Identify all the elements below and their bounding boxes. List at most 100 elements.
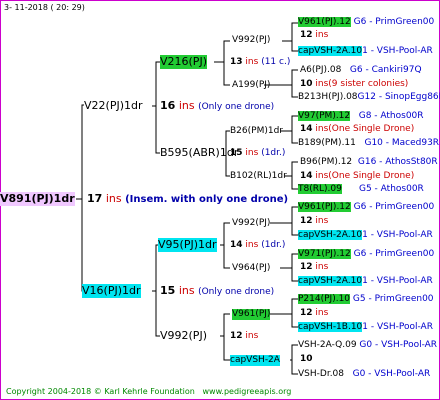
gen4-b-mother-loc: G12 - SinopEgg86R bbox=[357, 92, 440, 102]
gen2-b-ins-note: (1dr.) bbox=[261, 148, 286, 158]
gen1-mother-ins-label: ins bbox=[178, 284, 195, 297]
gen3-e-name: V992(PJ) bbox=[232, 218, 271, 228]
gen2-d-ins-label: ins bbox=[245, 331, 259, 341]
gen1-father-ins: 16 ins (Only one drone) bbox=[160, 99, 274, 114]
root-inbreeding: 17 ins (Insem. with only one drone) bbox=[87, 192, 288, 207]
gen4-a-mother-name: capVSH-2A.10 bbox=[298, 46, 363, 56]
gen1-mother-name: V16(PJ)1dr bbox=[82, 284, 141, 298]
gen4-g-father: P214(PJ).10 G5 - PrimGreen00 bbox=[298, 294, 434, 305]
gen4-d-ins-label: ins(One Single Drone) bbox=[315, 171, 415, 181]
gen4-g-father-loc: G5 - PrimGreen00 bbox=[352, 294, 434, 304]
gen4-e-ins-value: 12 bbox=[300, 216, 313, 226]
gen4-f-father-name: V971(PJ).12 bbox=[298, 249, 351, 259]
root-ins-label: ins bbox=[105, 192, 122, 205]
gen2-c-ins-value: 14 bbox=[230, 240, 243, 250]
gen2-c-ins-note: (1dr.) bbox=[261, 240, 286, 250]
gen4-e-father-name: V961(PJ).12 bbox=[298, 202, 351, 212]
gen4-c-ins-label: ins(One Single Drone) bbox=[315, 124, 415, 134]
gen4-a-mother-loc: 1 - VSH-Pool-AR bbox=[362, 46, 433, 56]
gen2-a-ins-note: (11 c.) bbox=[261, 57, 291, 67]
gen3-h-name: capVSH-2A bbox=[230, 355, 280, 366]
gen4-b-father-name: A6(PJ).08 bbox=[300, 65, 342, 75]
gen4-g-father-name: P214(PJ).10 bbox=[298, 294, 351, 304]
gen4-d-mother: T8(RL).09 G5 - Athos00R bbox=[298, 184, 424, 195]
gen4-h-father-loc: G0 - VSH-Pool-AR bbox=[359, 340, 438, 350]
gen2-b-ins-value: 15 bbox=[230, 148, 243, 158]
gen2-b-ins: 15 ins (1dr.) bbox=[230, 148, 285, 159]
gen4-f-ins-value: 12 bbox=[300, 262, 313, 272]
gen4-a-ins-value: 12 bbox=[300, 30, 313, 40]
gen4-d-mother-loc: G5 - Athos00R bbox=[359, 184, 424, 194]
gen3-f-name: V964(PJ) bbox=[232, 263, 271, 273]
gen4-d-ins: 14 ins(One Single Drone) bbox=[300, 171, 414, 182]
gen1-mother-ins: 15 ins (Only one drone) bbox=[160, 284, 274, 299]
gen2-b-name: B595(ABR)1dr bbox=[160, 146, 239, 159]
gen4-f-ins: 12 ins bbox=[300, 262, 328, 273]
gen3-b-name: A199(PJ) bbox=[232, 80, 271, 90]
gen1-father-name: V22(PJ)1dr bbox=[84, 99, 143, 112]
gen4-h-mother-name: VSH-Dr.08 bbox=[298, 369, 345, 379]
gen4-e-mother: capVSH-2A.101 - VSH-Pool-AR bbox=[298, 230, 433, 241]
gen4-c-father-loc: G8 - Athos00R bbox=[358, 111, 424, 121]
gen4-h-father-name: VSH-2A-Q.09 bbox=[298, 340, 357, 350]
gen4-f-mother-name: capVSH-2A.10 bbox=[298, 276, 363, 286]
gen4-d-father: B96(PM).12 G16 - AthosSt80R bbox=[300, 157, 438, 168]
gen2-a-name: V216(PJ) bbox=[160, 55, 207, 69]
gen1-father-ins-note: (Only one drone) bbox=[198, 102, 275, 112]
gen4-g-ins-label: ins bbox=[315, 308, 329, 318]
gen4-c-mother-loc: G10 - Maced93R bbox=[364, 138, 440, 148]
timestamp-header: 3- 11-2018 ( 20: 29) bbox=[4, 3, 85, 12]
gen4-d-mother-name: T8(RL).09 bbox=[298, 184, 342, 194]
gen4-a-ins-label: ins bbox=[315, 30, 329, 40]
gen1-mother-ins-value: 15 bbox=[160, 284, 176, 297]
footer-website-link[interactable]: www.pedigreeapis.org bbox=[203, 387, 292, 396]
gen3-d-name: B102(RL)1dr bbox=[230, 171, 287, 181]
gen4-g-mother: capVSH-1B.101 - VSH-Pool-AR bbox=[298, 322, 433, 333]
gen4-f-father: V971(PJ).12 G6 - PrimGreen00 bbox=[298, 249, 434, 260]
gen4-h-ins-value: 10 bbox=[300, 354, 313, 364]
gen4-e-mother-name: capVSH-2A.10 bbox=[298, 230, 363, 240]
root-ins-note: (Insem. with only one drone) bbox=[125, 194, 289, 205]
gen4-e-ins-label: ins bbox=[315, 216, 329, 226]
gen3-a-name: V992(PJ) bbox=[232, 35, 271, 45]
gen2-d-ins-value: 12 bbox=[230, 331, 243, 341]
gen4-e-father-loc: G6 - PrimGreen00 bbox=[353, 202, 435, 212]
root-queen: V891(PJ)1dr bbox=[0, 192, 75, 206]
gen2-a-ins: 13 ins (11 c.) bbox=[230, 57, 290, 68]
gen4-f-ins-label: ins bbox=[315, 262, 329, 272]
gen4-c-mother-name: B189(PM).11 bbox=[298, 138, 356, 148]
gen4-b-ins-label: ins(9 sister colonies) bbox=[315, 79, 409, 89]
gen4-c-ins: 14 ins(One Single Drone) bbox=[300, 124, 414, 135]
gen4-b-father-loc: G6 - Cankiri97Q bbox=[349, 65, 422, 75]
gen4-b-father: A6(PJ).08 G6 - Cankiri97Q bbox=[300, 65, 422, 76]
gen1-mother-ins-note: (Only one drone) bbox=[198, 287, 275, 297]
gen3-c-name: B26(PM)1dr bbox=[230, 126, 283, 136]
gen1-father-ins-value: 16 bbox=[160, 99, 176, 112]
gen4-h-ins: 10 bbox=[300, 354, 313, 365]
gen4-b-ins: 10 ins(9 sister colonies) bbox=[300, 79, 408, 90]
gen4-e-ins: 12 ins bbox=[300, 216, 328, 227]
gen2-d-ins: 12 ins bbox=[230, 331, 258, 342]
gen4-d-ins-value: 14 bbox=[300, 171, 313, 181]
footer-copyright-text: Copyright 2004-2018 © Karl Kehrle Founda… bbox=[6, 387, 195, 396]
gen3-g-name: V961(PJ) bbox=[232, 309, 271, 320]
gen4-a-father-loc: G6 - PrimGreen00 bbox=[353, 17, 435, 27]
gen2-c-name: V95(PJ)1dr bbox=[158, 238, 217, 252]
gen4-c-father-name: V97(PM).12 bbox=[298, 111, 351, 121]
gen4-c-mother: B189(PM).11 G10 - Maced93R bbox=[298, 138, 439, 149]
footer-copyright: Copyright 2004-2018 © Karl Kehrle Founda… bbox=[6, 386, 291, 397]
gen2-a-ins-value: 13 bbox=[230, 57, 243, 67]
gen4-a-father: V961(PJ).12 G6 - PrimGreen00 bbox=[298, 17, 434, 28]
gen4-b-ins-value: 10 bbox=[300, 79, 313, 89]
gen2-a-ins-label: ins bbox=[245, 57, 259, 67]
gen4-a-mother: capVSH-2A.101 - VSH-Pool-AR bbox=[298, 46, 433, 57]
gen4-h-father: VSH-2A-Q.09 G0 - VSH-Pool-AR bbox=[298, 340, 437, 351]
gen4-e-mother-loc: 1 - VSH-Pool-AR bbox=[362, 230, 433, 240]
gen4-f-father-loc: G6 - PrimGreen00 bbox=[353, 249, 435, 259]
gen4-d-father-loc: G16 - AthosSt80R bbox=[357, 157, 438, 167]
gen4-d-father-name: B96(PM).12 bbox=[300, 157, 353, 167]
gen4-c-father: V97(PM).12 G8 - Athos00R bbox=[298, 111, 424, 122]
gen4-b-mother-name: B213H(PJ).08 bbox=[298, 92, 358, 102]
gen4-f-mother: capVSH-2A.101 - VSH-Pool-AR bbox=[298, 276, 433, 287]
gen2-c-ins-label: ins bbox=[245, 240, 259, 250]
